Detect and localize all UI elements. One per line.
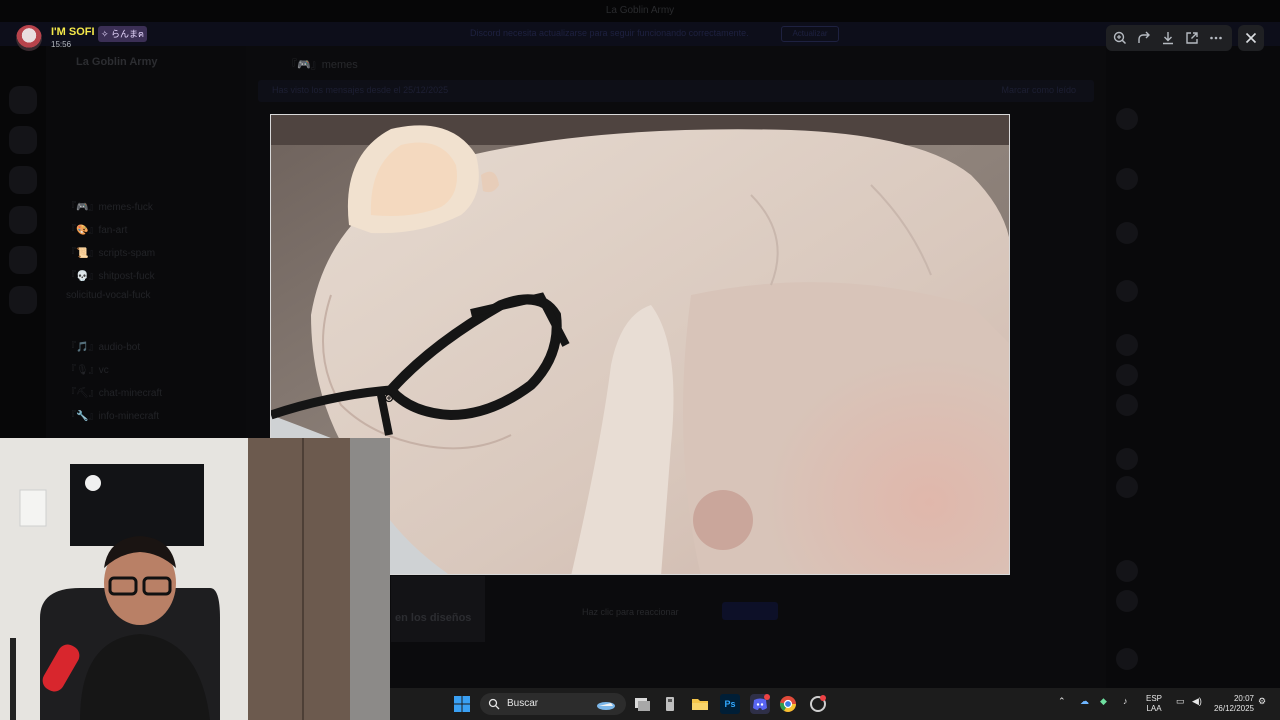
discord-icon[interactable] [750,694,770,714]
viewer-toolbar [1106,25,1232,51]
photoshop-icon[interactable]: Ps [720,694,740,714]
channel-header: 『🎮』memes [286,59,358,71]
attachment-thumbnail: en los diseños [391,576,485,642]
folder-icon[interactable] [690,694,710,714]
webcam-overlay [0,438,390,720]
member-avatar [1116,648,1138,670]
zoom-in-icon[interactable] [1110,28,1130,48]
server-name: La Goblin Army [76,56,158,68]
download-icon[interactable] [1158,28,1178,48]
channel-item: 『📜』scripts-spam [66,248,156,259]
author-username[interactable]: I'M SOFI [51,26,95,38]
windows-taskbar: Buscar Ps ⌃ ☁ ◆ ♪ ESP LAA ▭ ◀) 20:07 26/… [390,688,1280,720]
member-avatar [1116,394,1138,416]
message-timestamp: 15:56 [51,40,72,49]
avatar[interactable] [16,25,42,51]
onedrive-icon[interactable]: ☁ [1080,696,1089,707]
forward-icon[interactable] [1134,28,1154,48]
search-placeholder: Buscar [507,698,539,709]
server-icon [9,166,37,194]
clock-date: 26/12/2025 [1213,704,1254,713]
server-icon [9,126,37,154]
security-icon[interactable]: ◆ [1100,696,1107,707]
new-messages-bar: Has visto los mensajes desde el 25/12/20… [258,80,1094,102]
open-external-icon[interactable] [1182,28,1202,48]
server-icon [9,86,37,114]
channel-item: 『💀』shitpost-fuck [66,271,155,282]
new-messages-text: Has visto los mensajes desde el 25/12/20… [272,85,449,95]
language-code: ESP [1146,694,1163,703]
system-clock[interactable]: 20:07 26/12/2025 [1208,694,1254,714]
member-avatar [1116,334,1138,356]
task-view-icon[interactable] [632,694,652,714]
member-avatar [1116,364,1138,386]
app-icon[interactable] [808,694,828,714]
microphone-icon[interactable]: ♪ [1123,696,1128,706]
member-avatar [1116,560,1138,582]
zoom-cursor-icon [384,393,394,403]
reaction-hint: Haz clic para reaccionar [582,607,679,617]
member-avatar [1116,476,1138,498]
notification-icon[interactable]: ⚙ [1258,696,1266,707]
window-title: La Goblin Army [605,5,675,16]
chrome-icon[interactable] [778,694,798,714]
member-avatar [1116,168,1138,190]
channel-item: 『🎵』audio-bot [66,342,141,353]
volume-icon[interactable]: ◀) [1192,696,1202,707]
server-icon [9,246,37,274]
file-manager-icon[interactable] [660,694,680,714]
server-icon [9,286,37,314]
channel-item: 『🔧』info-minecraft [66,411,160,422]
attachment-caption: en los diseños [395,612,472,624]
channel-item: 『🎙』vc [66,365,109,376]
member-avatar [1116,222,1138,244]
channel-item: solicitud-vocal-fuck [66,290,151,301]
member-list [1106,46,1280,720]
more-icon[interactable] [1206,28,1226,48]
search-icon [488,698,500,710]
mark-read-link: Marcar como leído [1001,85,1076,95]
server-icon [9,206,37,234]
windows-start-icon[interactable] [452,694,472,714]
close-icon[interactable] [1238,25,1264,51]
media-viewer-header: I'M SOFI ✧ らんまฅ 15:56 [0,22,1280,54]
language-indicator[interactable]: ESP LAA [1146,694,1162,714]
member-avatar [1116,108,1138,130]
author-tag: ✧ らんまฅ [98,26,148,42]
member-avatar [1116,280,1138,302]
reaction-button [722,602,778,620]
member-avatar [1116,590,1138,612]
network-icon[interactable]: ▭ [1176,696,1185,707]
chevron-up-icon[interactable]: ⌃ [1058,696,1066,707]
channel-item: 『🎮』memes-fuck [66,202,153,213]
channel-item: 『⛏』chat-minecraft [66,388,163,399]
widgets-icon[interactable] [596,694,616,714]
keyboard-layout: LAA [1146,704,1162,713]
channel-item: 『🎨』fan-art [66,225,128,236]
clock-time: 20:07 [1233,694,1254,703]
member-avatar [1116,448,1138,470]
window-titlebar: La Goblin Army [0,0,1280,22]
streamer-webcam-feed [0,438,390,720]
